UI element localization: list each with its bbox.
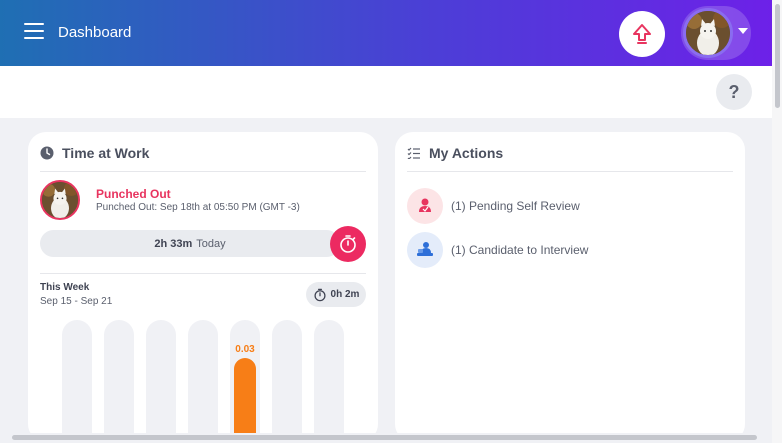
action-candidate-to-interview[interactable]: (1) Candidate to Interview bbox=[407, 232, 588, 268]
top-bar: Dashboard bbox=[0, 0, 772, 66]
page-title: Dashboard bbox=[58, 24, 132, 41]
divider bbox=[40, 171, 366, 172]
avatar bbox=[683, 8, 733, 58]
punch-timer-button[interactable] bbox=[330, 226, 366, 262]
chart-bar-track bbox=[104, 320, 134, 442]
card-header: Time at Work bbox=[40, 145, 149, 161]
profile-menu-button[interactable] bbox=[681, 6, 751, 60]
card-title: Time at Work bbox=[62, 145, 150, 161]
card-header: My Actions bbox=[407, 145, 503, 161]
clock-icon bbox=[40, 146, 54, 160]
time-at-work-card: Time at Work Punched Out Punched Out: Se… bbox=[28, 132, 378, 442]
chart-bar-track bbox=[272, 320, 302, 442]
week-range: Sep 15 - Sep 21 bbox=[40, 296, 113, 307]
chart-bar-track bbox=[62, 320, 92, 442]
chart-bar-track bbox=[314, 320, 344, 442]
chart-bar-track bbox=[146, 320, 176, 442]
chart-data-label: 0.03 bbox=[235, 344, 255, 355]
action-label: (1) Candidate to Interview bbox=[451, 243, 589, 257]
divider bbox=[40, 273, 366, 274]
stopwatch-icon bbox=[340, 235, 356, 253]
hamburger-menu-icon[interactable] bbox=[24, 23, 44, 41]
week-total: 0h 2m bbox=[330, 289, 360, 300]
candidate-interview-icon bbox=[407, 232, 443, 268]
scrollbar-thumb[interactable] bbox=[775, 4, 780, 108]
chevron-down-icon bbox=[738, 28, 748, 34]
today-label: Today bbox=[196, 237, 226, 250]
my-actions-card: My Actions (1) Pending Self Review (1) C… bbox=[395, 132, 745, 442]
action-pending-self-review[interactable]: (1) Pending Self Review bbox=[407, 188, 580, 224]
upgrade-button[interactable] bbox=[619, 11, 665, 57]
card-title: My Actions bbox=[429, 145, 504, 161]
punch-status: Punched Out bbox=[96, 187, 171, 201]
chart-bar bbox=[234, 358, 256, 442]
horizontal-scrollbar[interactable] bbox=[0, 433, 772, 443]
avatar bbox=[40, 180, 80, 220]
week-total-badge: 0h 2m bbox=[306, 282, 366, 307]
vertical-scrollbar[interactable] bbox=[772, 0, 782, 443]
upgrade-arrow-icon bbox=[633, 24, 651, 44]
chart-bar-track: 0.03 bbox=[230, 320, 260, 442]
help-button[interactable]: ? bbox=[716, 74, 752, 110]
week-label: This Week bbox=[40, 282, 90, 293]
punch-detail: Punched Out: Sep 18th at 05:50 PM (GMT -… bbox=[96, 202, 300, 213]
today-hours-bar: 2h 33m Today bbox=[40, 230, 340, 257]
chart-bar-track bbox=[188, 320, 218, 442]
self-review-icon bbox=[407, 188, 443, 224]
divider bbox=[407, 171, 733, 172]
action-label: (1) Pending Self Review bbox=[451, 199, 580, 213]
list-icon bbox=[407, 147, 420, 159]
stopwatch-icon bbox=[314, 288, 326, 301]
today-hours: 2h 33m bbox=[154, 237, 193, 250]
sub-header: ? bbox=[0, 66, 772, 118]
scrollbar-thumb[interactable] bbox=[12, 435, 757, 440]
